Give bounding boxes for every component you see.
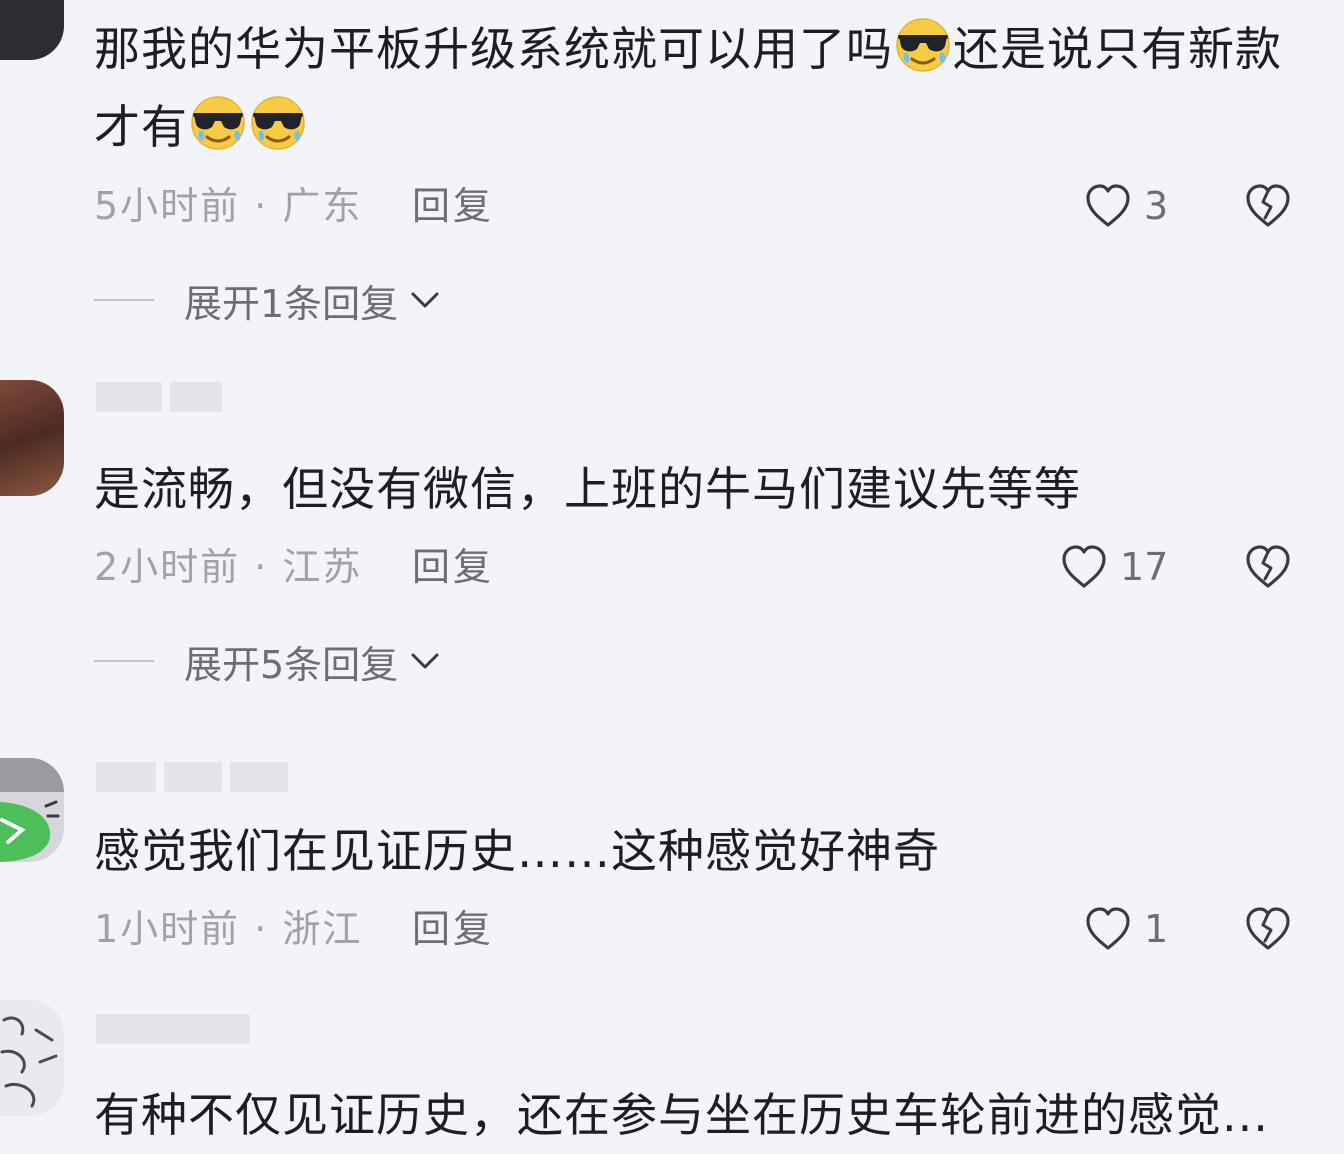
expand-replies-button[interactable]: 展开5条回复	[94, 637, 440, 687]
broken-heart-icon[interactable]	[1244, 182, 1292, 230]
expand-replies-label: 展开5条回复	[184, 642, 399, 687]
cool-emoji-icon	[249, 93, 307, 151]
time-location: 1小时前 · 浙江	[94, 907, 363, 951]
comment-text: 有种不仅见证历史，还在参与坐在历史车轮前进的感觉...	[94, 1088, 1269, 1142]
divider	[94, 660, 154, 662]
reply-button[interactable]: 回复	[412, 905, 494, 953]
like-count: 17	[1120, 545, 1169, 589]
chevron-down-icon	[411, 653, 439, 669]
comment-meta: 5小时前 · 广东 回复 3	[94, 182, 1314, 230]
cool-emoji-icon	[894, 15, 952, 73]
cool-emoji-icon	[189, 93, 247, 151]
avatar[interactable]	[0, 758, 64, 862]
like-button[interactable]: 3	[1084, 182, 1168, 230]
username-blurred	[96, 382, 222, 414]
broken-heart-icon[interactable]	[1244, 905, 1292, 953]
avatar[interactable]	[0, 1000, 64, 1116]
like-button[interactable]: 1	[1084, 905, 1168, 953]
comment-text: 是流畅，但没有微信，上班的牛马们建议先等等	[94, 462, 1081, 516]
comment-meta: 2小时前 · 江苏 回复 17	[94, 543, 1314, 591]
reply-button[interactable]: 回复	[412, 543, 494, 591]
heart-icon	[1060, 544, 1108, 590]
comment-text-part: 那我的华为平板升级系统就可以用了吗	[94, 22, 893, 76]
reply-button[interactable]: 回复	[412, 182, 494, 230]
like-count: 3	[1144, 184, 1169, 228]
expand-replies-label: 展开1条回复	[184, 281, 399, 326]
like-button[interactable]: 17	[1060, 543, 1168, 591]
time-location: 5小时前 · 广东	[94, 184, 363, 228]
comment-text: 那我的华为平板升级系统就可以用了吗 还是说只有新款才有	[94, 10, 1314, 166]
avatar-cartoon-icon	[0, 758, 64, 862]
comment-text: 感觉我们在见证历史……这种感觉好神奇	[94, 824, 940, 878]
heart-icon	[1084, 906, 1132, 952]
comment-meta: 1小时前 · 浙江 回复 1	[94, 905, 1314, 953]
like-count: 1	[1144, 907, 1169, 951]
broken-heart-icon[interactable]	[1244, 543, 1292, 591]
divider	[94, 299, 154, 301]
avatar[interactable]	[0, 0, 64, 60]
heart-icon	[1084, 183, 1132, 229]
chevron-down-icon	[411, 292, 439, 308]
avatar[interactable]	[0, 380, 64, 496]
username-blurred	[96, 762, 288, 794]
avatar-sketch-icon	[0, 1016, 58, 1108]
username-blurred	[96, 1014, 250, 1046]
time-location: 2小时前 · 江苏	[94, 545, 363, 589]
expand-replies-button[interactable]: 展开1条回复	[94, 276, 440, 326]
